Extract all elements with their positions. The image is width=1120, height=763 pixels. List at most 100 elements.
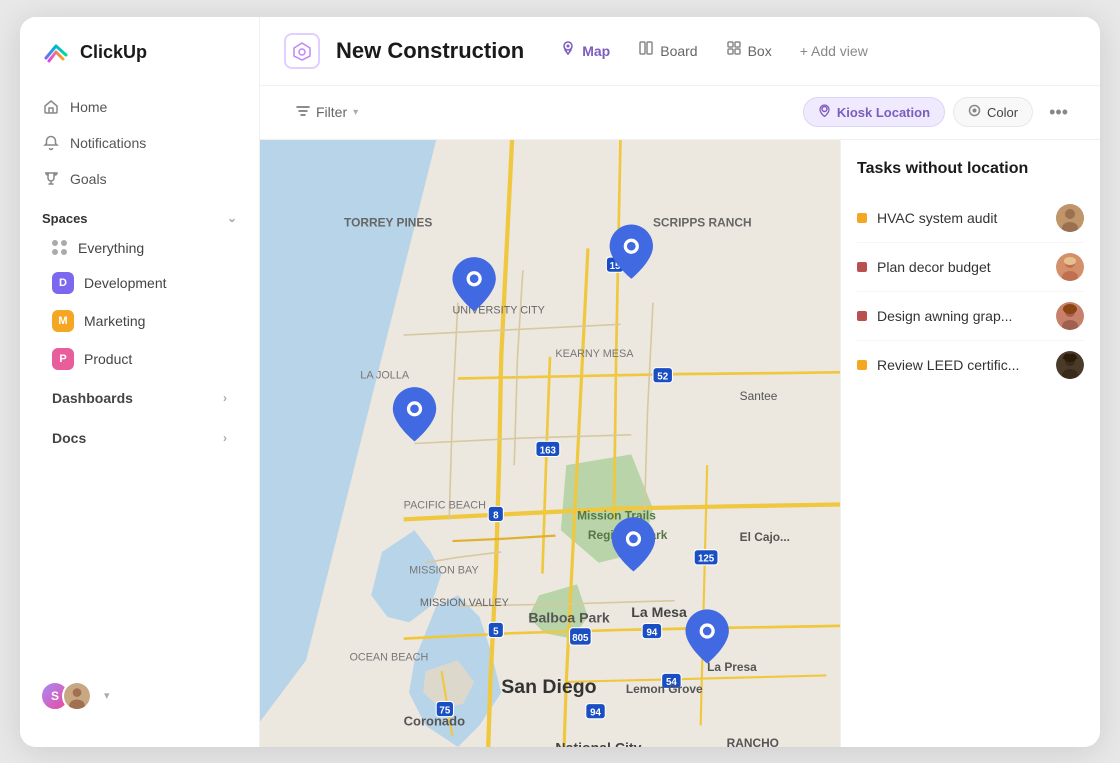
- sidebar-item-development-label: Development: [84, 275, 167, 291]
- footer-dropdown-icon[interactable]: ▾: [104, 689, 110, 702]
- sidebar-item-development[interactable]: D Development: [30, 264, 249, 302]
- add-view-button[interactable]: + Add view: [788, 37, 880, 65]
- toolbar: Filter ▾ Kiosk Location: [260, 86, 1100, 140]
- svg-text:El Cajo...: El Cajo...: [740, 530, 790, 544]
- spaces-section-header: Spaces ⌄: [20, 197, 259, 232]
- more-options-button[interactable]: •••: [1041, 96, 1076, 129]
- svg-text:PACIFIC BEACH: PACIFIC BEACH: [404, 499, 486, 511]
- color-label: Color: [987, 105, 1018, 120]
- dashboards-label: Dashboards: [52, 390, 133, 406]
- home-icon: [42, 98, 60, 116]
- avatar-photo: [62, 681, 92, 711]
- add-view-label: + Add view: [800, 43, 868, 59]
- svg-text:Lemon Grove: Lemon Grove: [626, 681, 703, 695]
- sidebar-item-everything-label: Everything: [78, 240, 144, 256]
- task-label-3: Design awning grap...: [877, 308, 1046, 324]
- filter-button[interactable]: Filter ▾: [284, 98, 370, 127]
- trophy-icon: [42, 170, 60, 188]
- sidebar: ClickUp Home: [20, 17, 260, 747]
- svg-text:MISSION BAY: MISSION BAY: [409, 564, 479, 576]
- map-container[interactable]: 805 5 8 52 163 15: [260, 140, 840, 747]
- task-item-3[interactable]: Design awning grap...: [857, 292, 1084, 341]
- svg-text:TORREY PINES: TORREY PINES: [344, 215, 432, 229]
- main-content: New Construction Map: [260, 17, 1100, 747]
- everything-icon: [52, 240, 68, 256]
- task-label-2: Plan decor budget: [877, 259, 1046, 275]
- docs-chevron-icon: ›: [223, 431, 227, 445]
- sidebar-item-docs[interactable]: Docs ›: [30, 420, 249, 456]
- svg-text:OCEAN BEACH: OCEAN BEACH: [349, 651, 428, 663]
- toolbar-right: Kiosk Location Color •••: [803, 96, 1076, 129]
- svg-text:52: 52: [657, 371, 668, 382]
- dashboards-chevron-icon: ›: [223, 391, 227, 405]
- task-dot-2: [857, 262, 867, 272]
- kiosk-location-button[interactable]: Kiosk Location: [803, 97, 945, 127]
- color-button[interactable]: Color: [953, 97, 1033, 127]
- task-item-2[interactable]: Plan decor budget: [857, 243, 1084, 292]
- svg-text:SCRIPPS RANCH: SCRIPPS RANCH: [653, 215, 752, 229]
- svg-text:8: 8: [493, 510, 499, 521]
- sidebar-item-home-label: Home: [70, 99, 107, 115]
- svg-text:Coronado: Coronado: [404, 713, 465, 728]
- svg-text:National City: National City: [555, 739, 641, 747]
- task-label-4: Review LEED certific...: [877, 357, 1046, 373]
- development-badge: D: [52, 272, 74, 294]
- sidebar-item-notifications[interactable]: Notifications: [30, 125, 249, 161]
- task-item-1[interactable]: HVAC system audit: [857, 194, 1084, 243]
- docs-label: Docs: [52, 430, 86, 446]
- sidebar-item-notifications-label: Notifications: [70, 135, 146, 151]
- sidebar-footer: S ▾: [20, 665, 259, 727]
- svg-text:MISSION VALLEY: MISSION VALLEY: [420, 597, 509, 609]
- filter-icon: [296, 104, 310, 121]
- filter-dropdown-icon: ▾: [353, 107, 358, 118]
- sidebar-item-home[interactable]: Home: [30, 89, 249, 125]
- panel-title: Tasks without location: [857, 160, 1084, 178]
- bell-icon: [42, 134, 60, 152]
- svg-text:La Mesa: La Mesa: [631, 603, 687, 619]
- sidebar-nav: Home Notifications: [20, 89, 259, 197]
- kiosk-location-icon: [818, 104, 831, 120]
- tab-map[interactable]: Map: [548, 34, 622, 67]
- svg-text:94: 94: [590, 707, 601, 718]
- project-icon: [284, 33, 320, 69]
- svg-text:163: 163: [540, 445, 557, 456]
- svg-text:75: 75: [439, 705, 450, 716]
- svg-text:LA JOLLA: LA JOLLA: [360, 369, 410, 381]
- svg-text:Balboa Park: Balboa Park: [528, 609, 610, 625]
- toolbar-left: Filter ▾: [284, 98, 370, 127]
- spaces-chevron-icon[interactable]: ⌄: [227, 211, 237, 225]
- sidebar-item-marketing[interactable]: M Marketing: [30, 302, 249, 340]
- tab-map-label: Map: [582, 43, 610, 59]
- logo-text: ClickUp: [80, 42, 147, 63]
- tab-box[interactable]: Box: [714, 34, 784, 67]
- svg-text:Santee: Santee: [740, 389, 778, 403]
- spaces-label: Spaces: [42, 211, 88, 226]
- tab-board-label: Board: [660, 43, 697, 59]
- sidebar-item-everything[interactable]: Everything: [30, 232, 249, 264]
- task-label-1: HVAC system audit: [877, 210, 1046, 226]
- tab-box-label: Box: [748, 43, 772, 59]
- svg-text:La Presa: La Presa: [707, 660, 757, 674]
- task-avatar-1: [1056, 204, 1084, 232]
- marketing-badge: M: [52, 310, 74, 332]
- svg-text:RANCHO: RANCHO: [727, 735, 779, 746]
- svg-text:125: 125: [698, 553, 715, 564]
- project-title: New Construction: [336, 38, 524, 64]
- task-avatar-3: [1056, 302, 1084, 330]
- task-avatar-2: [1056, 253, 1084, 281]
- task-item-4[interactable]: Review LEED certific...: [857, 341, 1084, 389]
- task-dot-3: [857, 311, 867, 321]
- app-container: ClickUp Home: [20, 17, 1100, 747]
- task-dot-1: [857, 213, 867, 223]
- svg-text:5: 5: [493, 626, 499, 637]
- avatar-stack: S: [40, 681, 92, 711]
- view-tabs: Map Board: [548, 34, 880, 67]
- tab-board[interactable]: Board: [626, 34, 709, 67]
- color-icon: [968, 104, 981, 120]
- box-tab-icon: [726, 40, 742, 61]
- logo: ClickUp: [20, 37, 259, 89]
- sidebar-item-product[interactable]: P Product: [30, 340, 249, 378]
- sidebar-item-goals[interactable]: Goals: [30, 161, 249, 197]
- task-avatar-4: [1056, 351, 1084, 379]
- sidebar-item-dashboards[interactable]: Dashboards ›: [30, 380, 249, 416]
